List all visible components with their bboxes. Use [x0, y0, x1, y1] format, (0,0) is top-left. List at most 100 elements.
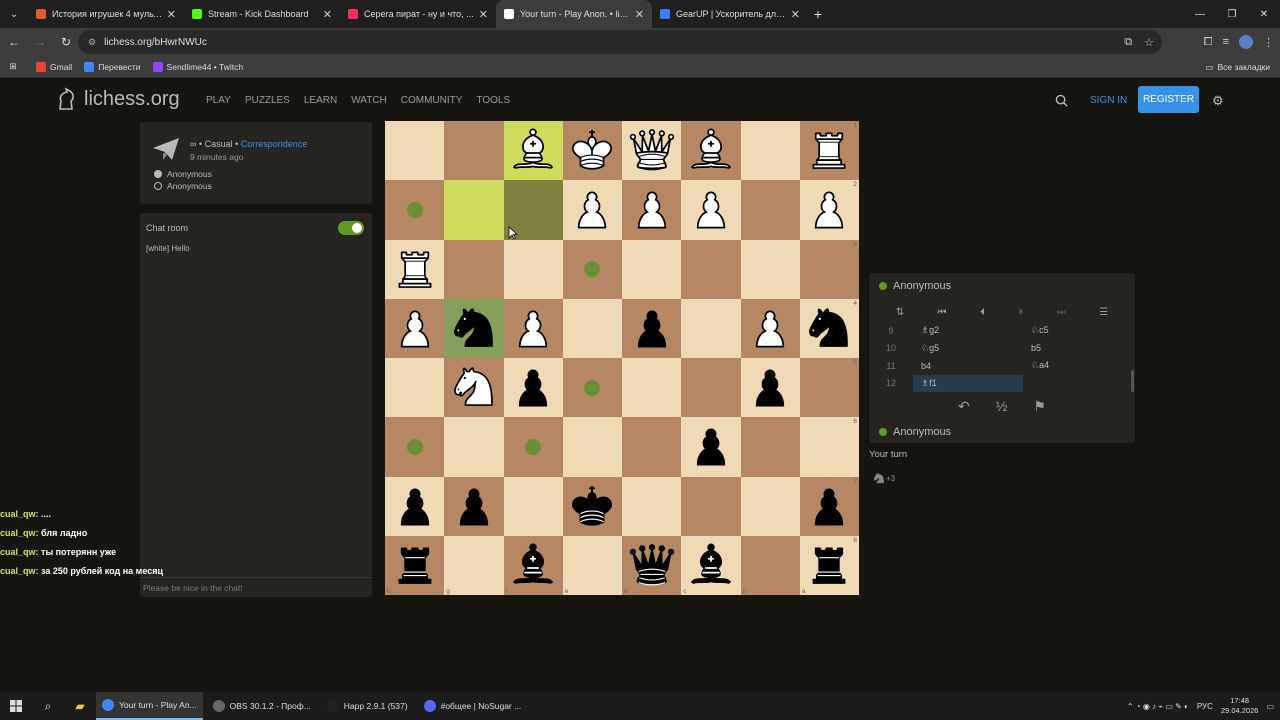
board-square[interactable]: g: [444, 535, 504, 595]
browser-tab[interactable]: Серега пират - ну и что, ... ✕: [340, 0, 496, 28]
white-pawn-piece[interactable]: [626, 182, 678, 237]
board-square[interactable]: [740, 180, 800, 240]
tab-close-icon[interactable]: ✕: [479, 8, 488, 21]
board-square[interactable]: [740, 298, 800, 358]
white-pawn-piece[interactable]: [803, 182, 855, 237]
board-square[interactable]: 4: [799, 298, 859, 358]
board-square[interactable]: [681, 180, 741, 240]
black-pawn-piece[interactable]: [626, 301, 678, 356]
site-logo[interactable]: lichess.org: [54, 87, 180, 111]
board-square[interactable]: 7: [799, 476, 859, 536]
board-square[interactable]: 1: [799, 121, 859, 181]
top-player[interactable]: Anonymous: [879, 280, 951, 292]
black-pawn-piece[interactable]: [744, 360, 796, 415]
media-icon[interactable]: ≡: [1223, 36, 1229, 48]
white-move[interactable]: b4: [913, 361, 1023, 371]
white-bishop-piece[interactable]: [507, 123, 559, 178]
white-pawn-piece[interactable]: [389, 301, 441, 356]
legal-move-dot[interactable]: [406, 201, 423, 218]
board-square[interactable]: [562, 180, 622, 240]
board-square[interactable]: [681, 476, 741, 536]
white-move[interactable]: ♘g5: [913, 343, 1023, 354]
black-pawn-piece[interactable]: [685, 419, 737, 474]
board-square[interactable]: [622, 121, 682, 181]
file-explorer-icon[interactable]: ▰: [64, 692, 96, 720]
white-pawn-piece[interactable]: [507, 301, 559, 356]
board-square[interactable]: [503, 239, 563, 299]
resign-flag-icon[interactable]: ⚑: [1033, 398, 1046, 415]
hamburger-icon[interactable]: ☰: [1099, 307, 1108, 318]
board-square[interactable]: [622, 476, 682, 536]
extensions-icon[interactable]: ⧠: [1204, 36, 1213, 49]
black-bishop-piece[interactable]: [507, 538, 559, 593]
board-square[interactable]: b: [740, 535, 800, 595]
board-square[interactable]: [562, 476, 622, 536]
next-move-icon[interactable]: ⏵: [1018, 307, 1023, 318]
menu-icon[interactable]: ⋮: [1263, 36, 1274, 49]
board-square[interactable]: [503, 417, 563, 477]
legal-move-dot[interactable]: [406, 438, 423, 455]
nav-learn[interactable]: LEARN: [304, 95, 337, 106]
board-square[interactable]: h: [385, 535, 445, 595]
takeback-icon[interactable]: ↶: [958, 398, 970, 415]
board-square[interactable]: [622, 239, 682, 299]
board-square[interactable]: [562, 417, 622, 477]
bookmark-item[interactable]: Gmail: [36, 61, 72, 72]
chessboard[interactable]: 1234567hgfedcb8a: [385, 121, 859, 595]
black-queen-piece[interactable]: [626, 538, 678, 593]
tab-close-icon[interactable]: ✕: [167, 8, 176, 21]
board-square[interactable]: [622, 417, 682, 477]
bookmark-item[interactable]: Sendlime44 • Twitch: [152, 61, 243, 72]
board-square[interactable]: [385, 358, 445, 418]
black-pawn-piece[interactable]: [389, 479, 441, 534]
bottom-player[interactable]: Anonymous: [879, 426, 951, 438]
board-square[interactable]: 3: [799, 239, 859, 299]
board-square[interactable]: [562, 239, 622, 299]
white-king-piece[interactable]: [566, 123, 618, 178]
black-pawn-piece[interactable]: [448, 479, 500, 534]
board-square[interactable]: [681, 121, 741, 181]
tab-close-icon[interactable]: ✕: [791, 8, 800, 21]
search-icon[interactable]: [1055, 94, 1068, 107]
board-square[interactable]: [385, 417, 445, 477]
board-square[interactable]: [385, 476, 445, 536]
board-square[interactable]: 5: [799, 358, 859, 418]
legal-move-dot[interactable]: [584, 261, 601, 278]
board-square[interactable]: [444, 417, 504, 477]
windows-start-icon[interactable]: [0, 692, 32, 720]
board-square[interactable]: c: [681, 535, 741, 595]
black-move[interactable]: b5: [1023, 343, 1123, 353]
taskbar-app[interactable]: #общее | NoSugar ...: [418, 692, 528, 720]
flip-board-icon[interactable]: ⇅: [896, 307, 904, 318]
board-square[interactable]: [562, 358, 622, 418]
taskbar-app[interactable]: OBS 30.1.2 - Проф...: [207, 692, 317, 720]
black-king-piece[interactable]: [566, 479, 618, 534]
white-move[interactable]: ♗f1: [913, 374, 1023, 392]
white-move[interactable]: ♗g2: [913, 325, 1023, 336]
taskbar-app[interactable]: Happ 2.9.1 (537): [321, 692, 414, 720]
board-square[interactable]: [622, 298, 682, 358]
board-square[interactable]: 8a: [799, 535, 859, 595]
legal-move-dot[interactable]: [525, 438, 542, 455]
white-rook-piece[interactable]: [803, 123, 855, 178]
nav-watch[interactable]: WATCH: [351, 95, 387, 106]
board-square[interactable]: [444, 180, 504, 240]
black-player[interactable]: Anonymous: [154, 181, 212, 191]
board-square[interactable]: [740, 358, 800, 418]
close-window-icon[interactable]: ✕: [1248, 0, 1280, 28]
offer-draw-button[interactable]: ½: [996, 398, 1008, 414]
back-icon[interactable]: ←: [2, 35, 26, 49]
board-square[interactable]: [385, 239, 445, 299]
board-square[interactable]: [681, 239, 741, 299]
white-pawn-piece[interactable]: [566, 182, 618, 237]
black-pawn-piece[interactable]: [507, 360, 559, 415]
board-square[interactable]: e: [562, 535, 622, 595]
board-square[interactable]: [740, 121, 800, 181]
url-field[interactable]: ⚙ lichess.org/bHwrNWUc ⧉ ☆: [78, 30, 1162, 54]
board-square[interactable]: [385, 298, 445, 358]
nav-play[interactable]: PLAY: [206, 95, 231, 106]
apps-grid-icon[interactable]: ⊞: [0, 61, 26, 72]
legal-move-dot[interactable]: [584, 379, 601, 396]
board-square[interactable]: [385, 121, 445, 181]
install-icon[interactable]: ⧉: [1124, 36, 1132, 49]
